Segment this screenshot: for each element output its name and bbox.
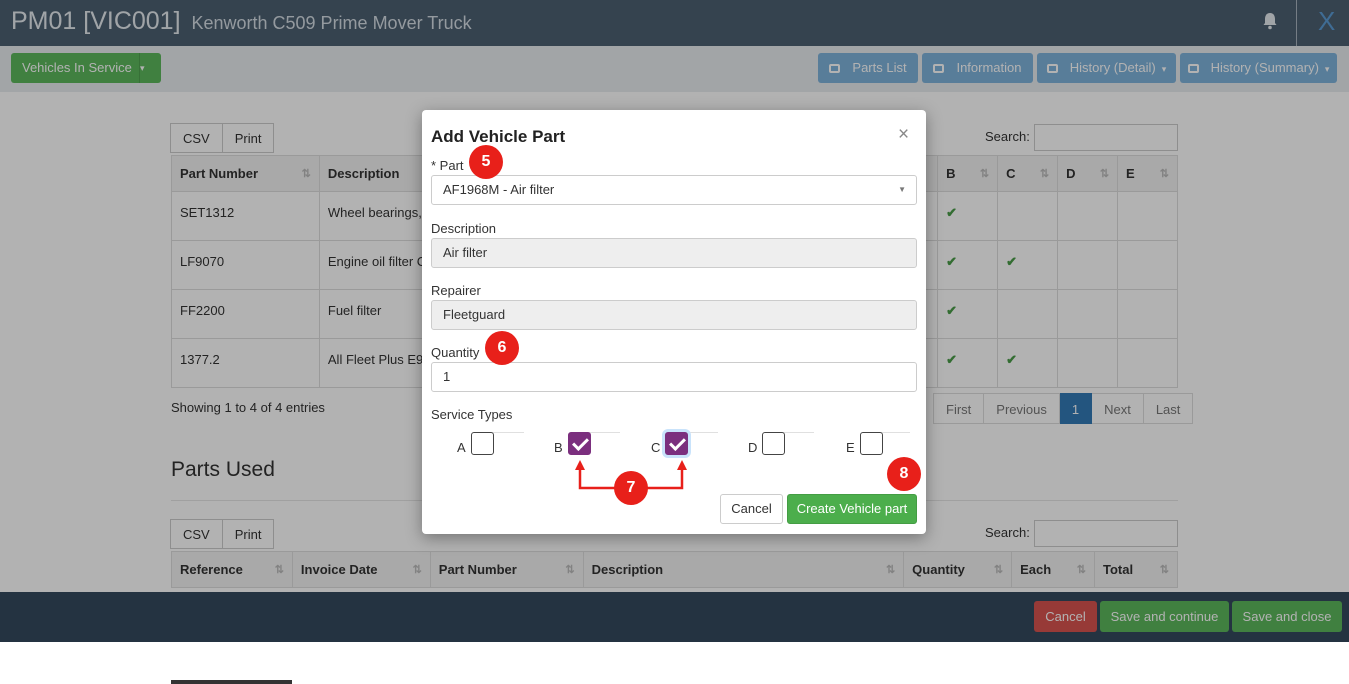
step-badge-5: 5	[469, 145, 503, 179]
column-sort-indicator	[171, 680, 292, 684]
step-badge-8: 8	[887, 457, 921, 491]
step-badge-6: 6	[485, 331, 519, 365]
arrowhead-icon	[677, 460, 687, 470]
annotation-arrows	[575, 460, 687, 490]
step-badge-7: 7	[614, 471, 648, 505]
arrowhead-icon	[575, 460, 585, 470]
